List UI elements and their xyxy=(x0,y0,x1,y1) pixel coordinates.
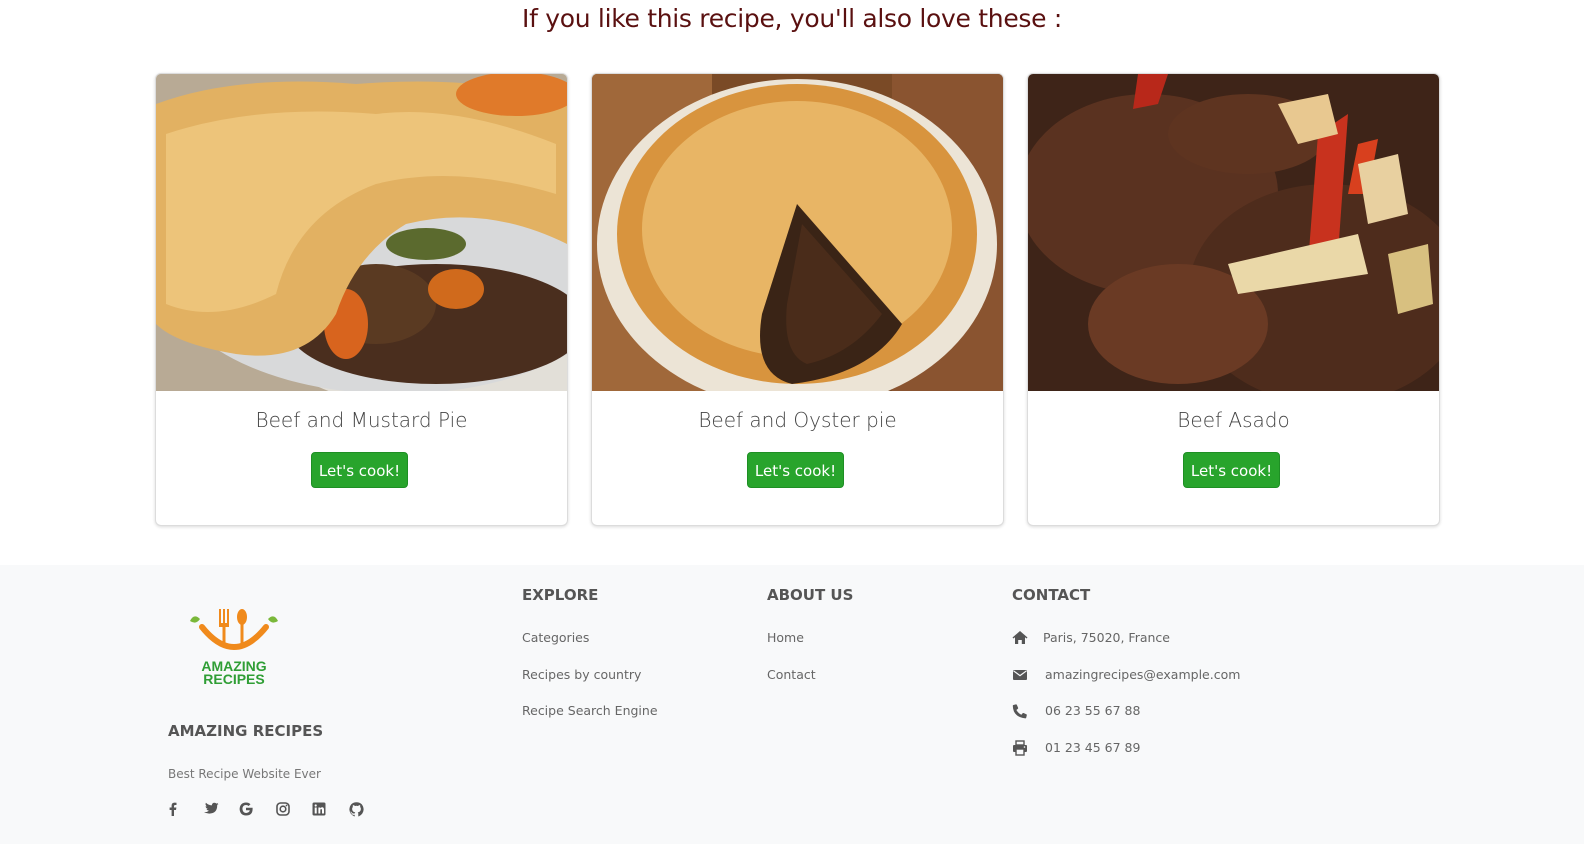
contact-heading: CONTACT xyxy=(1012,586,1091,604)
phone-icon xyxy=(1012,704,1027,719)
recipe-card: Beef and Oyster pie Let's cook! xyxy=(591,73,1004,526)
lets-cook-button[interactable]: Let's cook! xyxy=(747,452,844,488)
facebook-icon[interactable] xyxy=(166,802,203,820)
logo-text-recipes: RECIPES xyxy=(203,671,264,687)
link-home[interactable]: Home xyxy=(767,630,804,645)
link-recipe-search-engine[interactable]: Recipe Search Engine xyxy=(522,703,658,718)
recipe-title: Beef and Mustard Pie xyxy=(255,408,468,432)
section-heading: If you like this recipe, you'll also lov… xyxy=(522,4,1062,33)
recipe-cards: Beef and Mustard Pie Let's cook! Beef an… xyxy=(155,73,1440,526)
explore-heading: EXPLORE xyxy=(522,586,599,604)
google-icon[interactable] xyxy=(239,802,276,820)
contact-fax: 01 23 45 67 89 xyxy=(1045,740,1141,755)
footer-brand: AMAZING RECIPES xyxy=(168,722,324,740)
recipe-image[interactable] xyxy=(1028,74,1439,391)
lets-cook-button[interactable]: Let's cook! xyxy=(311,452,408,488)
recipe-image[interactable] xyxy=(592,74,1003,391)
contact-address: Paris, 75020, France xyxy=(1043,630,1170,645)
recipe-card: Beef Asado Let's cook! xyxy=(1027,73,1440,526)
instagram-icon[interactable] xyxy=(275,802,313,820)
twitter-icon[interactable] xyxy=(203,802,240,820)
contact-phone: 06 23 55 67 88 xyxy=(1045,703,1141,718)
recipe-card: Beef and Mustard Pie Let's cook! xyxy=(155,73,568,526)
printer-icon xyxy=(1013,740,1027,756)
envelope-icon xyxy=(1013,670,1027,680)
recipe-title: Beef Asado xyxy=(1177,408,1290,432)
home-icon xyxy=(1012,631,1028,644)
footer-tagline: Best Recipe Website Ever xyxy=(168,767,321,781)
link-contact[interactable]: Contact xyxy=(767,667,816,682)
linkedin-icon[interactable] xyxy=(312,802,349,820)
social-links xyxy=(166,802,385,820)
contact-email[interactable]: amazingrecipes@example.com xyxy=(1045,667,1240,682)
link-recipes-by-country[interactable]: Recipes by country xyxy=(522,667,641,682)
github-icon[interactable] xyxy=(348,802,386,820)
recipe-image[interactable] xyxy=(156,74,567,391)
footer: AMAZING RECIPES AMAZING RECIPES Best Rec… xyxy=(0,565,1584,844)
site-logo[interactable]: AMAZING RECIPES xyxy=(184,607,284,687)
about-heading: ABOUT US xyxy=(767,586,854,604)
recipe-title: Beef and Oyster pie xyxy=(698,408,897,432)
lets-cook-button[interactable]: Let's cook! xyxy=(1183,452,1280,488)
link-categories[interactable]: Categories xyxy=(522,630,589,645)
